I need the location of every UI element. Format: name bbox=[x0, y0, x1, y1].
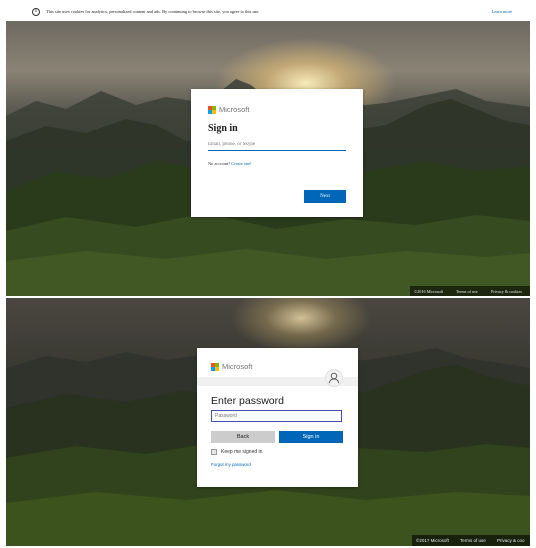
password-screen: Microsoft Enter password Back Sign in Ke… bbox=[6, 298, 530, 546]
sign-in-button[interactable]: Sign in bbox=[279, 431, 343, 443]
microsoft-logo-icon bbox=[208, 106, 216, 114]
brand-name: Microsoft bbox=[222, 362, 253, 371]
copyright-text: ©2017 Microsoft bbox=[416, 538, 449, 543]
terms-link[interactable]: Terms of use bbox=[456, 289, 478, 294]
copyright-text: ©2016 Microsoft bbox=[414, 289, 444, 294]
privacy-link[interactable]: Privacy & coo bbox=[497, 538, 525, 543]
no-account-label: No account? bbox=[208, 161, 231, 166]
password-card: Microsoft Enter password Back Sign in Ke… bbox=[197, 348, 358, 487]
keep-signed-in-label: Keep me signed in bbox=[221, 449, 263, 455]
back-button[interactable]: Back bbox=[211, 431, 275, 443]
info-icon: i bbox=[32, 8, 40, 16]
page-title: Enter password bbox=[211, 395, 284, 407]
cookie-banner-text: This site uses cookies for analytics, pe… bbox=[46, 9, 260, 14]
signin-screen: i This site uses cookies for analytics, … bbox=[6, 4, 530, 296]
email-field[interactable] bbox=[208, 139, 346, 151]
keep-signed-in-checkbox[interactable] bbox=[211, 449, 217, 455]
cookie-banner: i This site uses cookies for analytics, … bbox=[6, 4, 530, 22]
footer: ©2017 Microsoft Terms of use Privacy & c… bbox=[412, 535, 530, 546]
microsoft-logo-icon bbox=[211, 363, 219, 371]
signin-card: Microsoft Sign in No account? Create one… bbox=[191, 89, 363, 217]
user-avatar-icon[interactable] bbox=[325, 369, 343, 387]
brand-name: Microsoft bbox=[219, 105, 250, 114]
password-field[interactable] bbox=[211, 410, 342, 422]
terms-link[interactable]: Terms of use bbox=[460, 538, 486, 543]
forgot-password-link[interactable]: Forgot my password bbox=[211, 462, 251, 467]
learn-more-link[interactable]: Learn more bbox=[492, 9, 512, 14]
no-account-text: No account? Create one! bbox=[208, 161, 252, 166]
privacy-link[interactable]: Privacy & cookies bbox=[491, 289, 522, 294]
page-title: Sign in bbox=[208, 123, 238, 134]
create-account-link[interactable]: Create one! bbox=[231, 161, 251, 166]
footer: ©2016 Microsoft Terms of use Privacy & c… bbox=[410, 286, 530, 296]
next-button[interactable]: Next bbox=[304, 190, 346, 203]
